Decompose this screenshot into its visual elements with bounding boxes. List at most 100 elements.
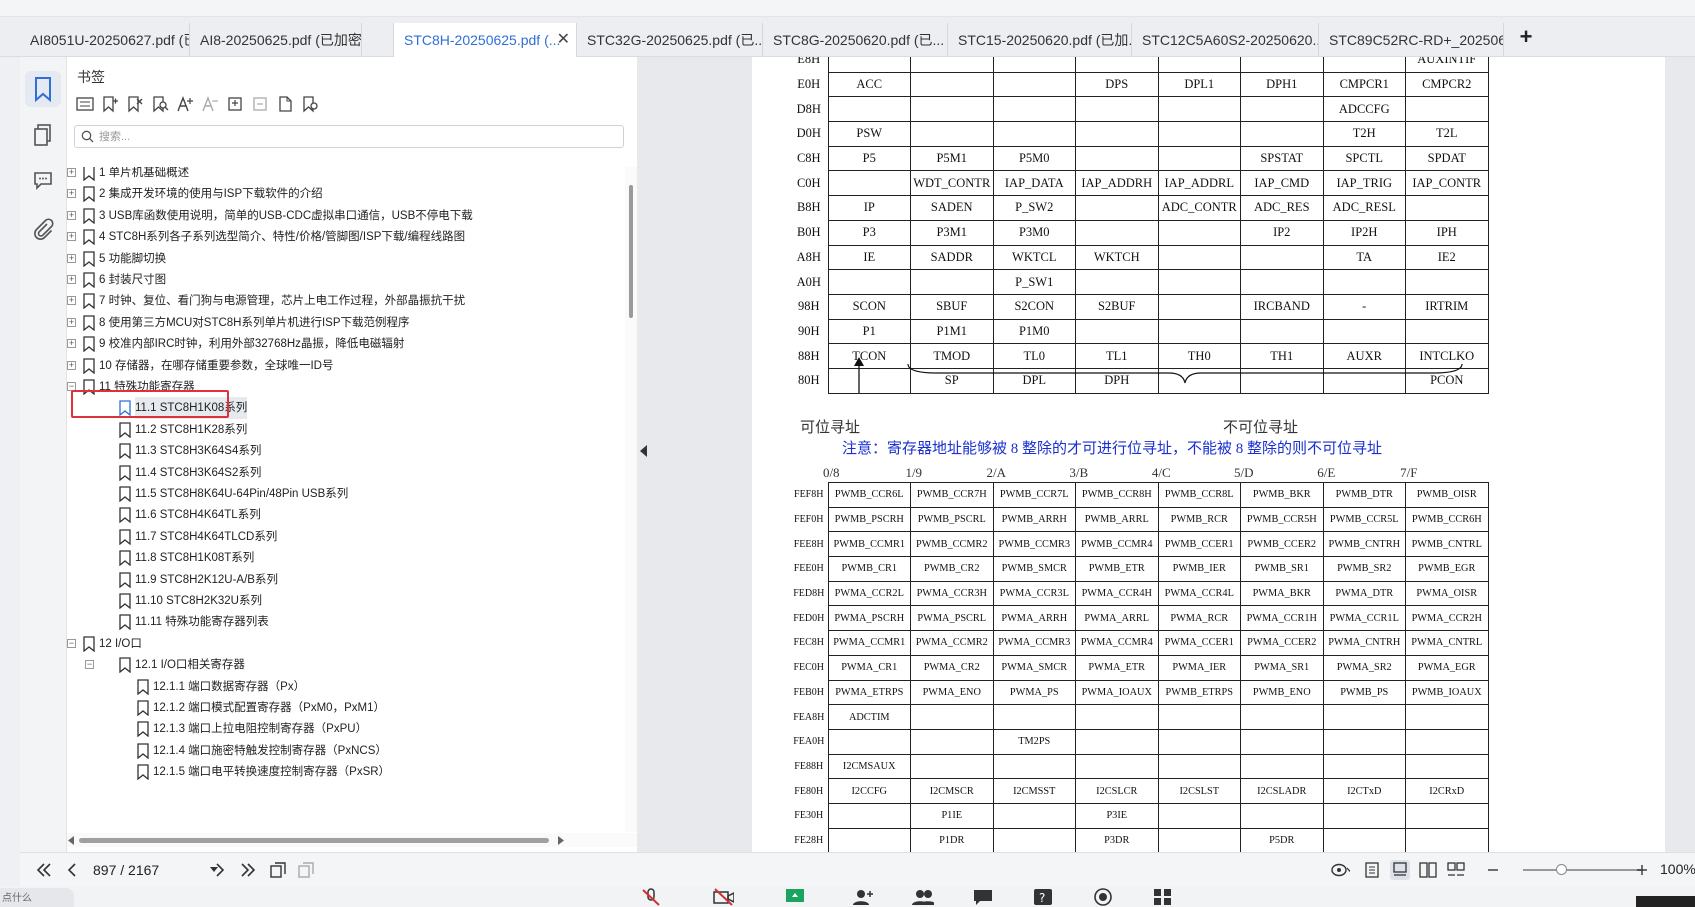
bookmark-item[interactable]: +9 校准内部IRC时钟，利用外部32768Hz晶振，降低电磁辐射 [67,333,623,355]
page-view-alt-button[interactable] [296,860,316,880]
collapse-toggle-icon[interactable]: − [85,660,94,670]
double-continuous-button[interactable] [1446,860,1466,880]
expand-toggle-icon[interactable]: + [67,210,76,220]
expand-bookmark-button[interactable] [225,93,245,115]
add-participant-icon[interactable] [852,888,874,906]
bookmark-item[interactable]: +10 存储器，在哪存储重要参数，全球唯一ID号 [67,355,623,377]
zoom-slider[interactable] [1523,869,1641,871]
zoom-level[interactable]: 100% [1660,861,1695,877]
previous-page-button[interactable] [62,860,82,880]
collapse-toggle-icon[interactable]: − [67,638,76,648]
bookmark-item[interactable]: 12.1.1 端口数据寄存器（Px） [67,676,623,698]
double-page-button[interactable] [1418,860,1438,880]
bookmark-item[interactable]: 12.1.5 端口电平转换速度控制寄存器（PxSR） [67,761,623,783]
first-page-button[interactable] [34,860,54,880]
expand-toggle-icon[interactable]: + [67,296,76,306]
bookmark-item[interactable]: +1 单片机基础概述 [67,167,623,184]
bookmark-item[interactable]: − 12.1 I/O口相关寄存器 [67,654,623,676]
expand-toggle-icon[interactable]: + [67,317,76,327]
expand-toggle-icon[interactable]: + [67,189,76,199]
add-tab-button[interactable]: + [1514,23,1538,51]
expand-toggle-icon[interactable]: + [67,339,76,349]
register-address: FEB0H [793,686,825,698]
bookmark-item[interactable]: 11.9 STC8H2K12U-A/B系列 [67,569,623,591]
continuous-page-button[interactable] [1390,860,1410,880]
bookmark-item[interactable]: 11.5 STC8H8K64U-64Pin/48Pin USB系列 [67,483,623,505]
camera-off-icon[interactable] [712,888,734,906]
bookmark-item[interactable]: +3 USB库函数使用说明，简单的USB-CDC虚拟串口通信，USB不停电下载 [67,205,623,227]
expand-toggle-icon[interactable]: + [67,168,76,177]
help-icon[interactable]: ? [1032,888,1054,906]
mic-muted-icon[interactable] [640,888,662,906]
zoom-slider-handle[interactable] [1556,864,1567,875]
bookmark-item[interactable]: +5 功能脚切换 [67,248,623,270]
bookmark-panel-button[interactable] [25,71,61,107]
chat-icon[interactable] [972,888,994,906]
font-increase-button[interactable] [175,93,195,115]
attachment-panel-button[interactable] [25,212,61,248]
bookmark-item[interactable]: 11.2 STC8H1K28系列 [67,419,623,441]
tab-stc15[interactable]: STC15-20250620.pdf (已加... [948,23,1132,57]
bookmark-horizontal-scrollbar[interactable] [67,833,637,847]
last-page-button[interactable] [238,860,258,880]
bookmark-item[interactable]: 11.7 STC8H4K64TLCD系列 [67,526,623,548]
bookmark-list-button[interactable] [75,93,95,115]
bookmark-item[interactable]: 12.1.4 端口施密特触发控制寄存器（PxNCS） [67,740,623,762]
tab-ai8051u[interactable]: AI8051U-20250627.pdf (已... [20,23,190,57]
record-icon[interactable] [1092,888,1114,906]
eye-mode-button[interactable] [1330,860,1350,880]
add-bookmark-button[interactable] [100,93,120,115]
tab-stc8h-active[interactable]: STC8H-20250625.pdf (... ✕ [393,23,577,57]
bookmark-item[interactable]: − 12 I/O口 [67,633,623,655]
zoom-in-button[interactable] [1632,860,1652,880]
close-tab-icon[interactable]: ✕ [557,23,570,57]
bookmark-item[interactable]: 11.3 STC8H3K64S4系列 [67,440,623,462]
bookmark-item[interactable]: 11.11 特殊功能寄存器列表 [67,611,623,633]
participants-icon[interactable] [912,888,934,906]
page-number-box[interactable]: 897 / 2167 [93,860,221,880]
scroll-left-icon[interactable] [67,836,75,845]
tab-stc8g[interactable]: STC8G-20250620.pdf (已... [763,23,948,57]
zoom-out-button[interactable] [1483,860,1503,880]
comment-panel-button[interactable] [25,162,61,198]
expand-toggle-icon[interactable]: + [67,360,76,370]
scroll-thumb[interactable] [79,838,549,843]
thumbnail-panel-button[interactable] [25,117,61,153]
bookmark-search-input[interactable] [99,128,614,145]
bookmark-item[interactable]: +6 封装尺寸图 [67,269,623,291]
collapse-panel-icon[interactable] [640,445,647,457]
bookmark-item[interactable]: +2 集成开发环境的使用与ISP下载软件的介绍 [67,183,623,205]
expand-toggle-icon[interactable]: + [67,253,76,263]
input-hint[interactable]: 点什么 [0,888,74,907]
scroll-right-icon[interactable] [557,836,565,845]
bookmark-item[interactable]: 11.4 STC8H3K64S2系列 [67,462,623,484]
scroll-thumb[interactable] [629,185,633,318]
single-page-button[interactable] [1362,860,1382,880]
register-address: FE88H [794,760,824,772]
screen-share-icon[interactable] [784,888,806,906]
tab-ai8[interactable]: AI8-20250625.pdf (已加密) [190,23,362,57]
bookmark-item[interactable]: 11.10 STC8H2K32U系列 [67,590,623,612]
bookmark-item[interactable]: 11.8 STC8H1K08T系列 [67,547,623,569]
bookmark-item[interactable]: 11.6 STC8H4K64TL系列 [67,504,623,526]
font-decrease-button[interactable] [200,93,220,115]
bookmark-item[interactable]: 12.1.2 端口模式配置寄存器（PxM0，PxM1） [67,697,623,719]
expand-toggle-icon[interactable]: + [67,275,76,284]
tab-stc89c52rc[interactable]: STC89C52RC-RD+_202506... [1319,23,1504,57]
collapse-bookmark-button[interactable] [250,93,270,115]
tab-stc12c5a60s2[interactable]: STC12C5A60S2-20250620.... [1132,23,1319,57]
apps-icon[interactable] [1152,888,1174,906]
bookmark-vertical-scrollbar[interactable] [625,167,637,832]
bookmark-item[interactable]: 12.1.3 端口上拉电阻控制寄存器（PxPU） [67,718,623,740]
search-bookmark-button[interactable] [150,93,170,115]
tab-stc32g[interactable]: STC32G-20250625.pdf (已... [577,23,763,57]
expand-toggle-icon[interactable]: + [67,232,76,242]
bookmark-page-button[interactable] [275,93,295,115]
page-view-button[interactable] [268,860,288,880]
bookmark-item[interactable]: +7 时钟、复位、看门狗与电源管理，芯片上电工作过程，外部晶振抗干扰 [67,290,623,312]
bookmark-settings-button[interactable] [300,93,320,115]
bookmark-item[interactable]: +8 使用第三方MCU对STC8H系列单片机进行ISP下载范例程序 [67,312,623,334]
bookmark-item[interactable]: +4 STC8H系列各子系列选型简介、特性/价格/管脚图/ISP下载/编程线路图 [67,226,623,248]
next-page-button[interactable] [210,860,230,880]
delete-bookmark-button[interactable] [125,93,145,115]
